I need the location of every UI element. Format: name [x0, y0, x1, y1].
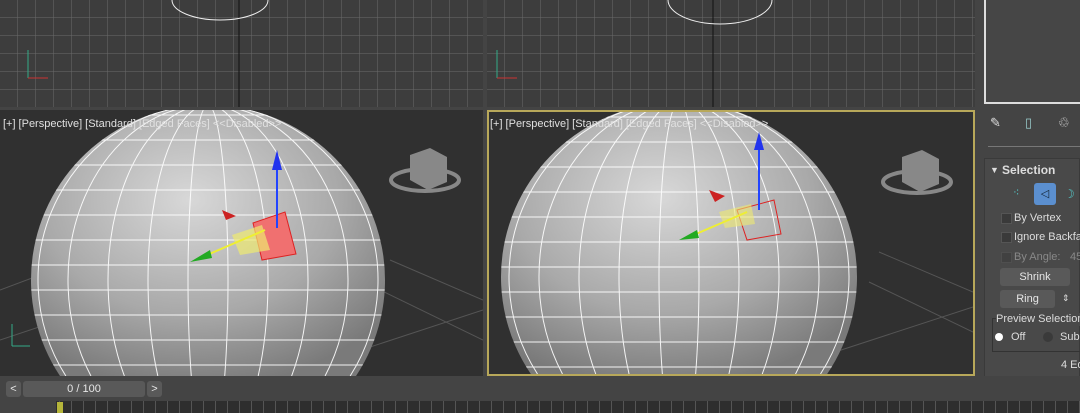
by-angle-field[interactable]: 45 — [1070, 251, 1080, 264]
shading-menu[interactable]: [Edged Faces] — [139, 118, 210, 130]
sphere — [31, 110, 385, 376]
preview-off-radio[interactable] — [995, 333, 1003, 341]
viewport-top-left[interactable] — [0, 0, 483, 107]
plus-menu[interactable]: [+] — [490, 118, 503, 130]
sphere-scene — [500, 112, 973, 374]
grid — [0, 0, 483, 107]
viewport-perspective-right[interactable]: [+] [Perspective] [Standard] [Edged Faces] <… — [487, 110, 975, 376]
rollout-collapse-icon[interactable]: ▼ — [990, 165, 999, 175]
panel-preview — [984, 0, 1080, 104]
viewport-label-left[interactable]: [+] [Perspective] [Standard] [Edged Faces] <… — [3, 118, 284, 130]
pin-icon[interactable]: ✎ — [990, 115, 1001, 130]
element-mode-icon[interactable]: ☽ — [1064, 187, 1075, 201]
prev-frame-button[interactable]: < — [6, 381, 21, 397]
pov-menu[interactable]: [Perspective] — [19, 118, 83, 130]
sphere-scene — [0, 110, 483, 376]
ring-spinner[interactable]: ⇕ — [1062, 293, 1070, 304]
viewcube-icon — [881, 150, 953, 195]
preview-subobj-label: Subo — [1060, 331, 1080, 343]
viewport-perspective-left[interactable]: [+] [Perspective] [Standard] [Edged Faces] <… — [0, 110, 483, 376]
by-vertex-label: By Vertex — [1014, 212, 1062, 224]
vertex-mode-icon[interactable]: ⁖ — [1013, 187, 1019, 200]
selection-status: 4 Ed — [1061, 359, 1080, 371]
pov-menu[interactable]: [Perspective] — [506, 118, 570, 130]
track-bar[interactable] — [0, 401, 1080, 413]
preview-selection-label: Preview Selection — [996, 313, 1080, 326]
time-slider[interactable]: 0 / 100 — [23, 381, 145, 397]
ignore-backfacing-label: Ignore Backfa — [1014, 231, 1080, 243]
disabled-menu[interactable]: <<Disabled>> — [213, 118, 282, 130]
grid — [487, 0, 975, 107]
viewcube-icon — [389, 148, 461, 193]
shading-standard-menu[interactable]: [Standard] — [85, 118, 136, 130]
preview-subobj-radio[interactable] — [1043, 332, 1053, 342]
time-slider-bar — [0, 376, 1080, 400]
make-unique-icon[interactable]: ♲ — [1058, 115, 1070, 130]
ignore-backfacing-checkbox[interactable] — [1001, 232, 1012, 243]
viewport-top-right[interactable] — [487, 0, 975, 107]
command-panel: ✎ ▯ ♲ ▼ Selection ⁖ ◁ ☽ By Vertex Ignore… — [980, 0, 1080, 378]
disabled-menu[interactable]: <<Disabled>> — [700, 118, 769, 130]
shading-standard-menu[interactable]: [Standard] — [572, 118, 623, 130]
shrink-button[interactable]: Shrink — [1000, 268, 1070, 286]
ring-button[interactable]: Ring — [1000, 290, 1055, 308]
plus-menu[interactable]: [+] — [3, 118, 16, 130]
sphere — [501, 112, 857, 374]
modifier-stack-icon[interactable]: ▯ — [1025, 115, 1032, 130]
by-angle-checkbox[interactable] — [1001, 252, 1012, 263]
preview-off-label: Off — [1011, 331, 1026, 343]
by-angle-label: By Angle: — [1014, 251, 1061, 263]
viewport-label-right[interactable]: [+] [Perspective] [Standard] [Edged Faces] <… — [490, 118, 771, 130]
next-frame-button[interactable]: > — [147, 381, 162, 397]
rollout-title[interactable]: Selection — [1002, 163, 1055, 177]
face-mode-icon[interactable]: ◁ — [1034, 183, 1056, 205]
shading-menu[interactable]: [Edged Faces] — [626, 118, 697, 130]
frame-indicator[interactable] — [57, 402, 63, 413]
by-vertex-checkbox[interactable] — [1001, 213, 1012, 224]
